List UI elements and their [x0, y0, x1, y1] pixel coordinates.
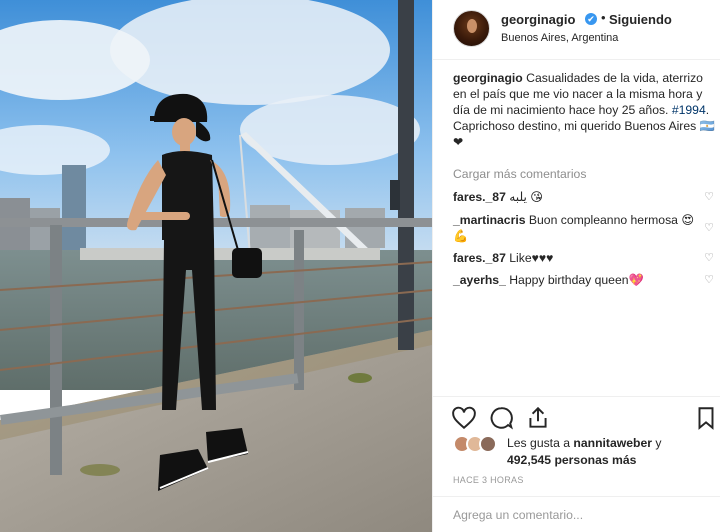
comment-text: Happy birthday queen💖 [509, 273, 644, 287]
author-username[interactable]: georginagio [501, 12, 575, 27]
share-icon[interactable] [525, 405, 551, 431]
likes-summary: Les gusta a nannitaweber y 492,545 perso… [453, 433, 713, 473]
post-actions-bar [433, 396, 720, 436]
post-photo[interactable] [0, 0, 432, 532]
load-more-comments-button[interactable]: Cargar más comentarios [453, 167, 586, 181]
comment-item: fares._87 يلبه 😘 [453, 189, 698, 205]
liker-username[interactable]: nannitaweber [573, 436, 652, 450]
comment-item: _ayerhs_ Happy birthday queen💖 [453, 272, 698, 288]
bookmark-icon[interactable] [693, 405, 719, 431]
likes-prefix: Les gusta a [507, 436, 574, 450]
comment-like-heart-icon[interactable]: ♡ [704, 251, 714, 264]
comment-text: Like♥♥♥ [509, 251, 554, 265]
post-location[interactable]: Buenos Aires, Argentina [501, 32, 618, 44]
comment-like-heart-icon[interactable]: ♡ [704, 221, 714, 234]
add-comment-input[interactable] [453, 505, 693, 525]
heart-icon[interactable] [451, 405, 477, 431]
post-caption: georginagio Casualidades de la vida, ate… [453, 70, 715, 150]
photo-image [0, 0, 432, 532]
following-button[interactable]: Siguiendo [609, 12, 672, 27]
post-timestamp[interactable]: HACE 3 HORAS [453, 475, 524, 485]
comment-username[interactable]: fares._87 [453, 251, 506, 265]
comment-username[interactable]: _martinacris [453, 213, 526, 227]
comment-like-heart-icon[interactable]: ♡ [704, 190, 714, 203]
likes-count[interactable]: 492,545 [507, 453, 551, 467]
verified-badge-icon: ✔ [585, 13, 597, 25]
comment-like-heart-icon[interactable]: ♡ [704, 273, 714, 286]
caption-username[interactable]: georginagio [453, 71, 523, 85]
comment-username[interactable]: _ayerhs_ [453, 273, 506, 287]
likes-conjunction: y [651, 436, 662, 450]
comment-item: _martinacris Buon compleanno hermosa 😍💪 [453, 212, 698, 244]
separator-dot: • [601, 10, 606, 25]
add-comment-bar [433, 496, 720, 532]
liker-avatar[interactable] [479, 435, 497, 453]
caption-hashtag[interactable]: #1994 [672, 103, 706, 117]
post-header: georginagio ✔ • Siguiendo Buenos Aires, … [433, 0, 720, 60]
comment-icon[interactable] [488, 405, 514, 431]
comment-username[interactable]: fares._87 [453, 190, 506, 204]
comment-text: يلبه 😘 [509, 190, 543, 204]
author-avatar[interactable] [453, 10, 490, 47]
likes-others-label[interactable]: personas más [551, 453, 636, 467]
likes-text: Les gusta a nannitaweber y 492,545 perso… [507, 435, 717, 469]
post-details-panel: georginagio ✔ • Siguiendo Buenos Aires, … [432, 0, 720, 532]
comment-item: fares._87 Like♥♥♥ [453, 250, 698, 266]
